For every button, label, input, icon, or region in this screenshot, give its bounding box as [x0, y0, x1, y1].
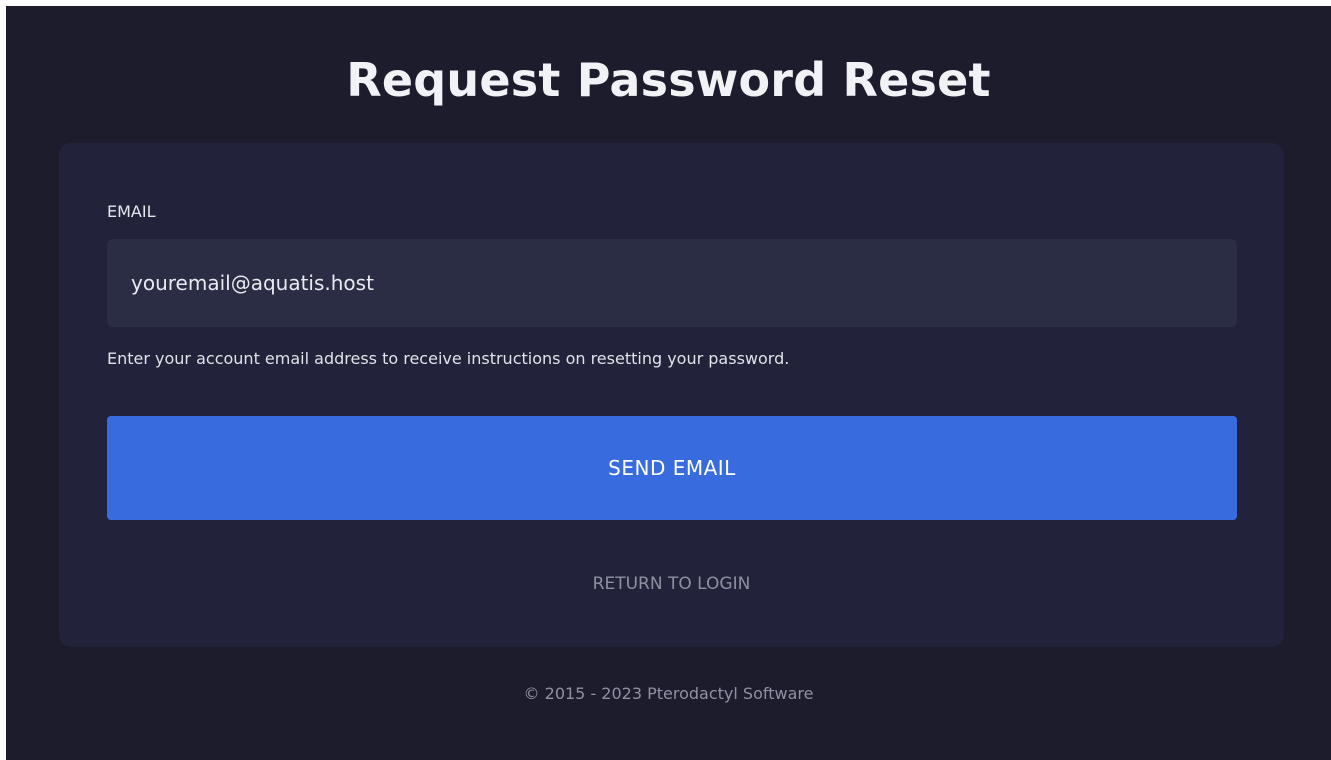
email-help-text: Enter your account email address to rece…	[107, 349, 790, 368]
email-field[interactable]	[107, 239, 1237, 327]
email-label: EMAIL	[107, 202, 156, 221]
return-to-login-link[interactable]: RETURN TO LOGIN	[59, 573, 1284, 595]
copyright-footer: © 2015 - 2023 Pterodactyl Software	[523, 684, 814, 703]
password-reset-card: EMAIL Enter your account email address t…	[59, 143, 1284, 647]
password-reset-page: Request Password Reset EMAIL Enter your …	[6, 6, 1331, 760]
send-email-button[interactable]: SEND EMAIL	[107, 416, 1237, 520]
page-title: Request Password Reset	[346, 53, 991, 107]
